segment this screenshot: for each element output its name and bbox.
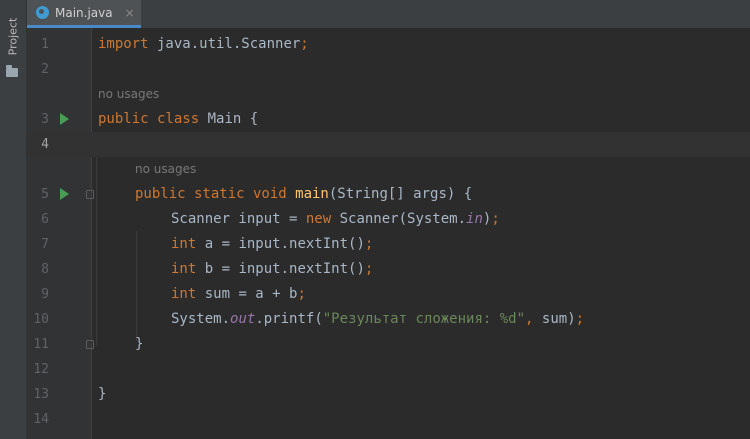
java-class-file-icon bbox=[36, 6, 49, 19]
line-number: 6 bbox=[41, 212, 49, 227]
line-number: 1 bbox=[41, 37, 49, 52]
code-text: int sum = a + b; bbox=[171, 286, 306, 302]
code-text: import java.util.Scanner; bbox=[98, 36, 309, 52]
run-icon[interactable] bbox=[60, 113, 69, 125]
code-line[interactable]: 7 int a = input.nextInt(); bbox=[0, 232, 750, 257]
code-line[interactable]: 1 import java.util.Scanner; bbox=[0, 32, 750, 57]
code-line[interactable]: 10 System.out.printf("Результат сложения… bbox=[0, 307, 750, 332]
code-text: public static void main(String[] args) { bbox=[135, 186, 473, 202]
tab-main-java[interactable]: Main.java × bbox=[27, 0, 141, 28]
code-line[interactable]: 12 bbox=[0, 357, 750, 382]
tab-label: Main.java bbox=[55, 5, 113, 20]
code-text: int a = input.nextInt(); bbox=[171, 236, 374, 252]
line-number: 4 bbox=[41, 137, 49, 152]
code-line[interactable]: 11 } bbox=[0, 332, 750, 357]
code-line[interactable]: 8 int b = input.nextInt(); bbox=[0, 257, 750, 282]
close-tab-icon[interactable]: × bbox=[125, 6, 135, 20]
code-text: public class Main { bbox=[98, 111, 259, 127]
line-number: 9 bbox=[41, 287, 49, 302]
line-number: 12 bbox=[33, 362, 49, 377]
line-number: 14 bbox=[33, 412, 49, 427]
code-line[interactable]: 13 } bbox=[0, 382, 750, 407]
code-text: int b = input.nextInt(); bbox=[171, 261, 374, 277]
line-number: 2 bbox=[41, 62, 49, 77]
code-line[interactable]: 6 Scanner input = new Scanner(System.in)… bbox=[0, 207, 750, 232]
line-number: 7 bbox=[41, 237, 49, 252]
line-number: 10 bbox=[33, 312, 49, 327]
current-code-line[interactable]: 4 bbox=[27, 132, 750, 157]
fold-icon[interactable] bbox=[86, 190, 94, 199]
line-number: 8 bbox=[41, 262, 49, 277]
code-line[interactable]: 5 public static void main(String[] args)… bbox=[0, 182, 750, 207]
editor-tab-bar: Main.java × bbox=[27, 0, 750, 29]
line-number: 5 bbox=[41, 187, 49, 202]
usages-inlay-hint[interactable]: no usages bbox=[98, 82, 159, 107]
code-text: } bbox=[135, 336, 144, 352]
code-text: } bbox=[98, 386, 107, 402]
usages-inlay-hint[interactable]: no usages bbox=[135, 157, 196, 182]
fold-end-icon[interactable] bbox=[86, 340, 94, 349]
line-number: 11 bbox=[33, 337, 49, 352]
code-line[interactable]: 9 int sum = a + b; bbox=[0, 282, 750, 307]
code-line[interactable]: 3 public class Main { bbox=[0, 107, 750, 132]
code-line[interactable]: 14 bbox=[0, 407, 750, 432]
code-text: Scanner input = new Scanner(System.in); bbox=[171, 211, 500, 227]
run-icon[interactable] bbox=[60, 188, 69, 200]
code-text: System.out.printf("Результат сложения: %… bbox=[171, 311, 585, 327]
line-number: 13 bbox=[33, 387, 49, 402]
line-number: 3 bbox=[41, 112, 49, 127]
code-line[interactable]: 2 bbox=[0, 57, 750, 82]
